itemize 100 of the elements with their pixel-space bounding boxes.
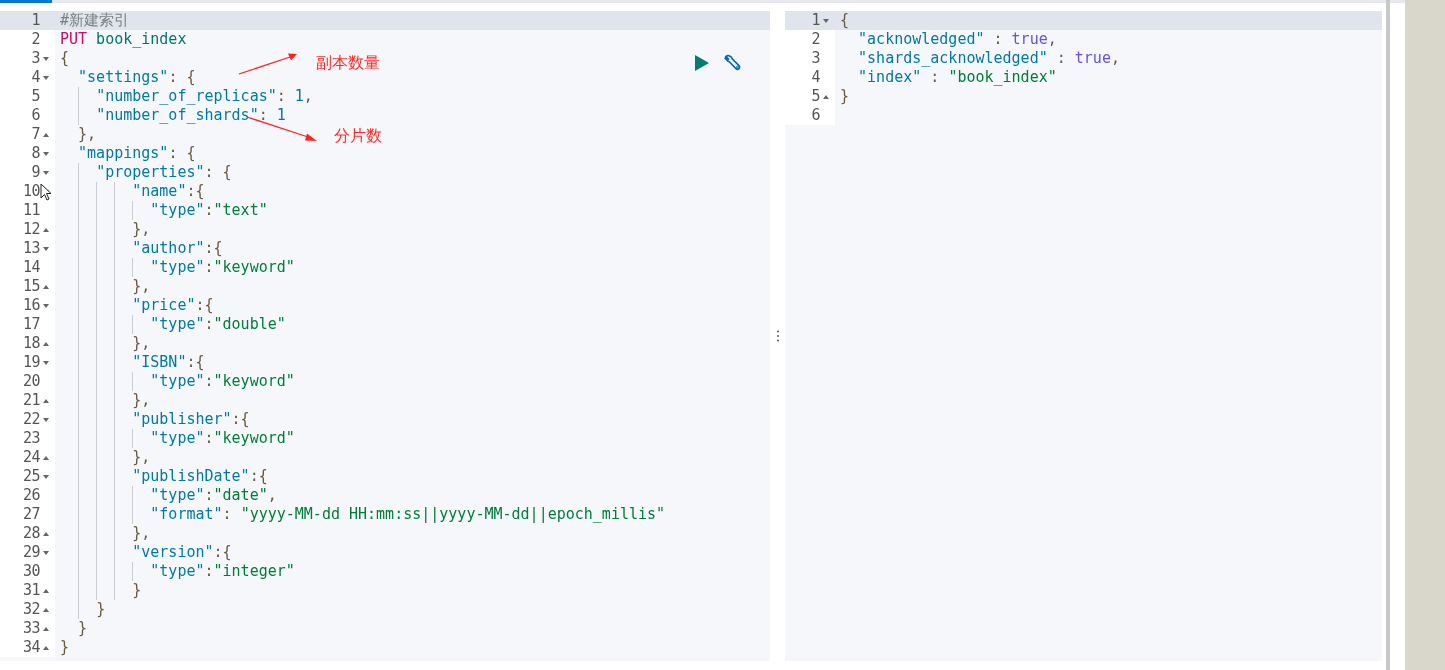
line-number: 23 [21,429,40,448]
code-line: "type":"keyword" [150,372,295,391]
code-line: } [132,581,142,600]
code-line: } [840,87,850,106]
code-line: PUT book_index [60,30,187,49]
fold-end-icon[interactable] [43,588,49,593]
line-number: 11 [21,201,40,220]
code-line: "type":"date", [150,486,277,505]
line-number: 14 [21,258,40,277]
code-line: "index" : "book_index" [858,68,1057,87]
code-line: "ISBN":{ [132,353,205,372]
code-line: { [840,11,850,30]
fold-arrow-icon[interactable] [43,303,49,308]
code-line: } [78,619,88,638]
tab-underline [0,0,52,3]
code-line: } [60,638,70,657]
resize-handle-icon[interactable] [775,330,780,342]
fold-arrow-icon[interactable] [43,550,49,555]
line-number: 3 [810,49,820,68]
code-line: "settings": { [78,68,196,87]
line-number: 29 [21,543,40,562]
line-number: 6 [810,106,820,125]
fold-arrow-icon[interactable] [43,417,49,422]
code-line: "type":"integer" [150,562,295,581]
code-line: "shards_acknowledged" : true, [858,49,1120,68]
fold-arrow-icon[interactable] [43,75,49,80]
line-number: 1 [30,11,40,30]
line-number: 16 [21,296,40,315]
fold-arrow-icon[interactable] [43,151,49,156]
line-number: 15 [21,277,40,296]
annotation-text: 分片数 [334,126,382,146]
line-number: 34 [21,638,40,657]
code-line: "author":{ [132,239,223,258]
fold-end-icon[interactable] [43,645,49,650]
line-number: 25 [21,467,40,486]
line-number: 20 [21,372,40,391]
code-line: }, [132,391,151,410]
code-line: "properties": { [96,163,232,182]
wrench-icon[interactable] [723,53,743,73]
fold-end-icon[interactable] [43,132,49,137]
code-line: }, [132,220,151,239]
line-number: 17 [21,315,40,334]
line-number: 8 [30,144,40,163]
code-line: "publishDate":{ [132,467,268,486]
code-line: "publisher":{ [132,410,250,429]
line-number: 31 [21,581,40,600]
mouse-pointer-icon [40,183,52,201]
code-line: #新建索引 [60,11,130,30]
line-number: 33 [21,619,40,638]
fold-end-icon[interactable] [43,455,49,460]
code-line: }, [132,277,151,296]
fold-arrow-icon[interactable] [43,474,49,479]
code-line: }, [78,125,97,144]
line-number: 10 [21,182,40,201]
fold-end-icon[interactable] [43,398,49,403]
line-number: 3 [30,49,40,68]
code-line: }, [132,334,151,353]
code-line: "number_of_replicas": 1, [96,87,313,106]
line-number: 4 [30,68,40,87]
line-number: 4 [810,68,820,87]
fold-end-icon[interactable] [43,626,49,631]
code-line: "name":{ [132,182,205,201]
code-line: { [60,49,70,68]
code-line: "acknowledged" : true, [858,30,1057,49]
code-line: "mappings": { [78,144,196,163]
line-number: 2 [30,30,40,49]
fold-arrow-icon[interactable] [43,56,49,61]
code-line: "type":"text" [150,201,268,220]
fold-end-icon[interactable] [43,227,49,232]
line-number: 19 [21,353,40,372]
line-number: 22 [21,410,40,429]
request-editor[interactable] [0,11,770,661]
play-icon[interactable] [695,55,709,71]
line-number: 9 [30,163,40,182]
code-line: }, [132,524,151,543]
fold-arrow-icon[interactable] [43,170,49,175]
annotation-text: 副本数量 [316,53,380,73]
code-line: "type":"keyword" [150,429,295,448]
fold-arrow-icon[interactable] [43,360,49,365]
line-number: 28 [21,524,40,543]
fold-end-icon[interactable] [823,94,829,99]
code-line: "price":{ [132,296,214,315]
code-line: "type":"keyword" [150,258,295,277]
line-number: 27 [21,505,40,524]
code-line: "format": "yyyy-MM-dd HH:mm:ss||yyyy-MM-dd||epoch_millis" [150,505,666,524]
line-number: 24 [21,448,40,467]
line-number: 12 [21,220,40,239]
line-number: 1 [810,11,820,30]
line-number: 18 [21,334,40,353]
line-number: 30 [21,562,40,581]
fold-end-icon[interactable] [43,341,49,346]
fold-end-icon[interactable] [43,531,49,536]
fold-end-icon[interactable] [43,284,49,289]
code-line: "version":{ [132,543,232,562]
line-number: 13 [21,239,40,258]
fold-arrow-icon[interactable] [43,246,49,251]
fold-arrow-icon[interactable] [823,18,829,23]
line-number: 32 [21,600,40,619]
fold-end-icon[interactable] [43,607,49,612]
code-line: } [96,600,106,619]
